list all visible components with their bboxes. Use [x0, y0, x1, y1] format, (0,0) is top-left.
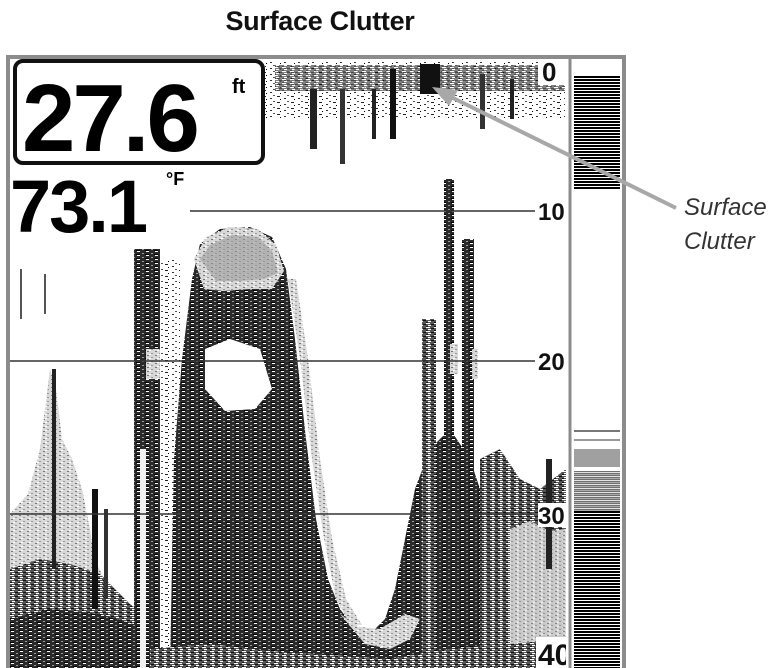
- callout-label-line1: Surface: [684, 194, 767, 221]
- callout-arrow: [432, 87, 677, 210]
- callout-label-line2: Clutter: [684, 228, 755, 255]
- arrow-head-icon: [432, 87, 458, 106]
